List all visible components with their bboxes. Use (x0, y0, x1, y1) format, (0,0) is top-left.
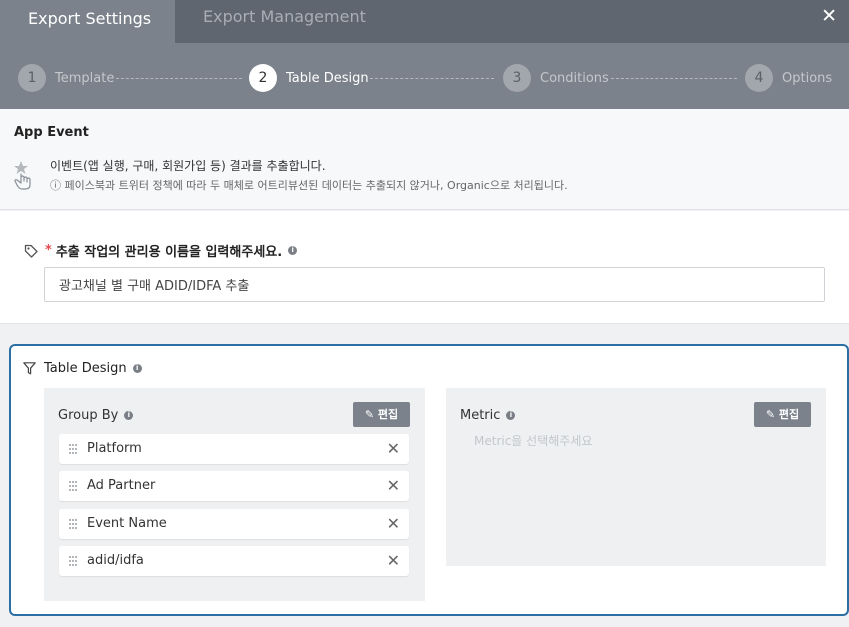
step-table-design[interactable]: 2 Table Design (249, 64, 369, 92)
info-icon[interactable]: i (132, 364, 142, 373)
step-label: Options (782, 70, 833, 86)
pencil-icon: ✎ (765, 408, 776, 421)
group-by-item[interactable]: adid/idfa ✕ (59, 546, 409, 576)
step-connector (116, 78, 242, 79)
group-by-item-label: Event Name (87, 516, 167, 531)
event-description: 이벤트(앱 실행, 구매, 회원가입 등) 결과를 추출합니다. (50, 159, 326, 173)
stepper: 1 Template 2 Table Design 3 Conditions 4… (0, 43, 849, 109)
step-connector (370, 78, 494, 79)
tag-icon (24, 244, 38, 258)
filter-icon (23, 362, 36, 375)
remove-icon[interactable]: ✕ (387, 509, 400, 539)
step-conditions[interactable]: 3 Conditions (503, 64, 609, 92)
drag-handle-icon[interactable] (68, 518, 78, 530)
app-event-section: App Event 이벤트(앱 실행, 구매, 회원가입 등) 결과를 추출합니… (0, 109, 849, 210)
close-icon[interactable]: ✕ (821, 5, 837, 27)
table-design-title: Table Design i (23, 361, 142, 376)
tab-export-management[interactable]: Export Management (203, 0, 366, 43)
group-by-edit-button[interactable]: ✎ 편집 (353, 402, 410, 427)
metric-placeholder: Metric을 선택해주세요 (474, 434, 593, 448)
metric-edit-button[interactable]: ✎ 편집 (754, 402, 811, 427)
remove-icon[interactable]: ✕ (387, 471, 400, 501)
group-by-item-label: Platform (87, 441, 142, 456)
event-note: ⓘ 페이스북과 트위터 정책에 따라 두 매체로 어트리뷰션된 데이터는 추출되… (50, 179, 568, 192)
name-field-label: * 추출 작업의 관리용 이름을 입력해주세요. i (24, 241, 298, 260)
table-design-panel: Table Design i Group By i ✎ 편집 Platform … (9, 344, 849, 616)
tab-bar: Export Settings Export Management ✕ (0, 0, 849, 43)
edit-label: 편집 (778, 408, 800, 421)
tap-icon (14, 161, 31, 190)
step-label: Template (55, 70, 115, 86)
step-options[interactable]: 4 Options (745, 64, 832, 92)
name-section: * 추출 작업의 관리용 이름을 입력해주세요. i (0, 211, 849, 324)
info-icon[interactable]: i (288, 246, 298, 255)
step-number: 1 (18, 64, 46, 92)
remove-icon[interactable]: ✕ (387, 546, 400, 576)
step-label: Table Design (286, 70, 369, 86)
group-by-label: Group By (58, 408, 119, 423)
table-design-label: Table Design (44, 361, 127, 376)
info-icon[interactable]: i (506, 411, 516, 420)
metric-title: Metric i (460, 408, 516, 423)
name-label-text: 추출 작업의 관리용 이름을 입력해주세요. (55, 245, 283, 260)
group-by-item-label: Ad Partner (87, 478, 156, 493)
step-label: Conditions (540, 70, 609, 86)
group-by-item-label: adid/idfa (87, 553, 144, 568)
drag-handle-icon[interactable] (68, 555, 78, 567)
drag-handle-icon[interactable] (68, 480, 78, 492)
tab-export-settings[interactable]: Export Settings (0, 0, 175, 43)
edit-label: 편집 (377, 408, 399, 421)
step-number: 4 (745, 64, 773, 92)
step-connector (611, 78, 737, 79)
step-template[interactable]: 1 Template (18, 64, 114, 92)
step-number: 2 (249, 64, 277, 92)
group-by-item[interactable]: Platform ✕ (59, 434, 409, 464)
metric-box: Metric i ✎ 편집 Metric을 선택해주세요 (446, 388, 826, 566)
pencil-icon: ✎ (364, 408, 375, 421)
drag-handle-icon[interactable] (68, 443, 78, 455)
group-by-box: Group By i ✎ 편집 Platform ✕ Ad Partner ✕ … (44, 388, 425, 601)
required-mark: * (45, 243, 52, 258)
group-by-title: Group By i (58, 408, 134, 423)
step-number: 3 (503, 64, 531, 92)
remove-icon[interactable]: ✕ (387, 434, 400, 464)
group-by-item[interactable]: Event Name ✕ (59, 509, 409, 539)
metric-label: Metric (460, 408, 501, 423)
info-icon[interactable]: i (124, 411, 134, 420)
name-input[interactable] (44, 267, 825, 302)
group-by-item[interactable]: Ad Partner ✕ (59, 471, 409, 501)
event-title: App Event (14, 125, 89, 140)
